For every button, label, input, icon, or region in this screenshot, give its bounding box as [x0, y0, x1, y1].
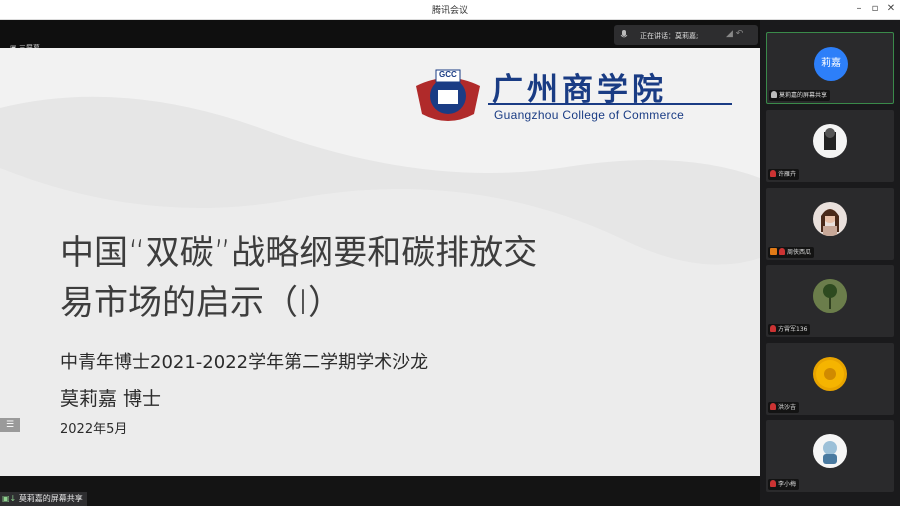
slide-date: 2022年5月	[60, 422, 128, 437]
participant-tile[interactable]: 莉嘉 莫莉嘉的屏幕共享	[766, 32, 894, 104]
avatar-image	[816, 360, 844, 388]
window-titlebar: 腾讯会议 – ▫ ✕	[0, 0, 900, 20]
mic-icon	[620, 30, 628, 38]
logo-badge: GCC	[439, 70, 457, 79]
mic-muted-icon	[779, 248, 785, 255]
slide-title-line2: 易市场的启示（I）	[60, 283, 343, 323]
logo-english-name: Guangzhou College of Commerce	[494, 108, 685, 122]
participant-tile[interactable]: 许雁卉	[766, 110, 894, 182]
avatar-image	[813, 279, 847, 313]
speaking-indicator: 正在讲话：莫莉嘉; ◢ ↶	[614, 25, 758, 45]
slide-title-line1: 中国“双碳”战略纲要和碳排放交	[60, 233, 538, 273]
participant-tile[interactable]: 李小梅	[766, 420, 894, 492]
close-icon[interactable]: ✕	[884, 2, 898, 16]
minimize-icon[interactable]: –	[852, 2, 866, 16]
mic-muted-icon	[770, 480, 776, 487]
bottom-bar	[0, 476, 760, 506]
slide-author: 莫莉嘉 博士	[60, 388, 162, 410]
participant-name: 洪沙吉	[768, 402, 800, 413]
logo-divider	[488, 103, 732, 105]
avatar	[813, 279, 847, 313]
user-icon	[770, 248, 777, 255]
slide-title: 中国“双碳”战略纲要和碳排放交 易市场的启示（I）	[60, 228, 720, 328]
avatar	[813, 202, 847, 236]
signal-icon[interactable]: ◢ ↶	[726, 29, 754, 41]
avatar-image	[821, 209, 839, 236]
participant-tile[interactable]: 洪沙吉	[766, 343, 894, 415]
avatar	[813, 357, 847, 391]
participant-name: 许雁卉	[768, 169, 800, 180]
slide-subtitle: 中青年博士2021-2022学年第二学期学术沙龙	[60, 352, 429, 373]
participant-name: 周侠西瓜	[768, 247, 815, 258]
mic-muted-icon	[770, 170, 776, 177]
participant-tile[interactable]: 方霄军136	[766, 265, 894, 337]
restore-icon[interactable]: ▫	[868, 2, 882, 16]
screen-share-icon: ▣↓	[2, 494, 17, 503]
screen-share-icon	[771, 91, 777, 98]
avatar	[813, 124, 847, 158]
side-panel-toggle-icon[interactable]: ☰	[0, 418, 20, 432]
mic-muted-icon	[770, 403, 776, 410]
avatar: 莉嘉	[814, 47, 848, 81]
participant-name: 方霄军136	[768, 324, 811, 335]
participant-name: 莫莉嘉的屏幕共享	[769, 90, 831, 101]
presentation-slide: GCC 广州商学院 Guangzhou College of Commerce …	[0, 48, 760, 476]
participant-tile[interactable]: 周侠西瓜	[766, 188, 894, 260]
speaking-text: 正在讲话：莫莉嘉;	[640, 32, 699, 40]
avatar-image	[823, 441, 837, 464]
share-owner-label: ▣↓ 莫莉嘉的屏幕共享	[0, 492, 87, 506]
participant-name: 李小梅	[768, 479, 800, 490]
window-title: 腾讯会议	[431, 6, 468, 16]
avatar	[813, 434, 847, 468]
mic-muted-icon	[770, 325, 776, 332]
avatar-image	[824, 128, 836, 150]
